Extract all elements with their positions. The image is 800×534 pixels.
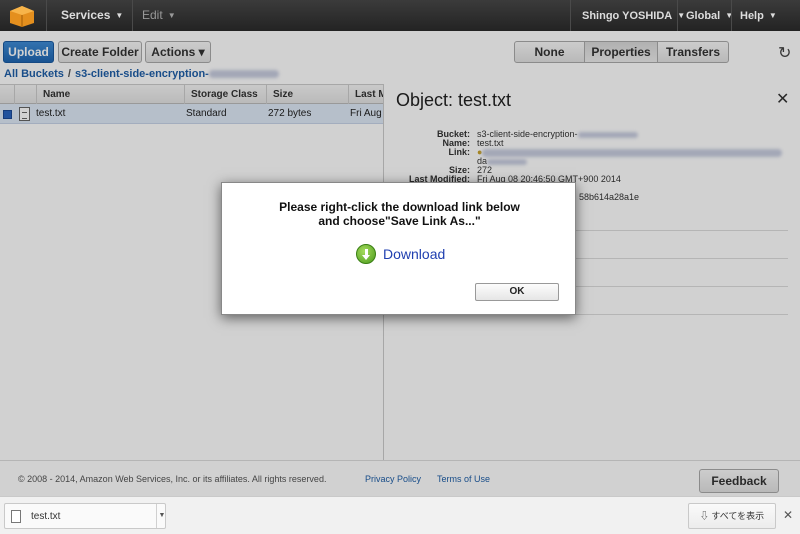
edit-label: Edit [142,8,163,22]
top-nav: Services ▼ Edit ▼ Shingo YOSHIDA ▼ Global ▼ … [0,0,800,31]
dialog-message-line-1: Please right-click the download link bel… [279,200,520,214]
chevron-down-icon: ▼ [167,11,176,20]
nav-divider [570,0,571,31]
edit-menu[interactable]: Edit ▼ [142,0,176,31]
help-menu[interactable]: Help ▼ [740,0,777,31]
file-icon [11,510,21,523]
region-menu[interactable]: Global ▼ [686,0,733,31]
chevron-down-icon: ▼ [115,11,124,20]
user-menu[interactable]: Shingo YOSHIDA ▼ [582,0,685,31]
nav-divider [731,0,732,31]
dialog-message-line-2: and choose"Save Link As..." [318,214,481,228]
close-icon[interactable]: ✕ [783,508,793,522]
browser-download-bar: test.txt ▼ ⇩ すべてを表示 ✕ [0,496,800,534]
region-label: Global [686,10,721,22]
nav-divider [677,0,678,31]
show-all-downloads-button[interactable]: ⇩ すべてを表示 [688,503,776,529]
download-link[interactable]: Download [356,243,445,265]
aws-logo-icon[interactable] [6,4,38,28]
chevron-down-icon: ▼ [768,11,777,20]
services-menu[interactable]: Services ▼ [61,0,123,31]
services-label: Services [61,8,111,22]
nav-divider [46,0,47,31]
download-icon [356,244,376,264]
download-item[interactable]: test.txt ▼ [4,503,166,529]
dialog-message: Please right-click the download link bel… [222,200,577,228]
nav-divider [132,0,133,31]
help-label: Help [740,10,764,22]
download-link-text[interactable]: Download [383,246,445,262]
chevron-down-icon: ▼ [677,11,686,20]
ok-button[interactable]: OK [475,283,559,301]
chevron-down-icon[interactable]: ▼ [156,504,167,528]
user-label: Shingo YOSHIDA [582,10,673,22]
download-item-name[interactable]: test.txt [31,511,60,522]
download-dialog: Please right-click the download link bel… [221,182,576,315]
